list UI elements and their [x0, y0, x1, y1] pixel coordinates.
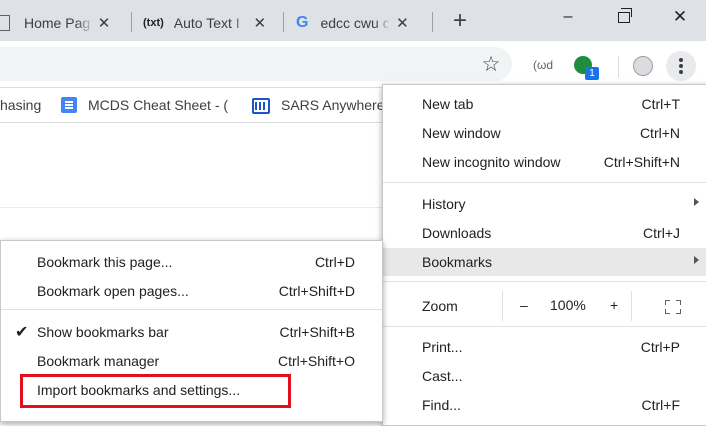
menu-item-new-tab[interactable]: New tab Ctrl+T: [383, 90, 706, 118]
menu-item-shortcut: Ctrl+Shift+N: [603, 154, 680, 170]
tab-title-fade: [374, 6, 392, 36]
menu-item-shortcut: Ctrl+Shift+D: [278, 283, 355, 299]
menu-item-shortcut: Ctrl+Shift+B: [279, 324, 355, 340]
menu-separator: [383, 182, 706, 183]
menu-item-label: New incognito window: [422, 154, 561, 170]
menu-item-bookmarks[interactable]: Bookmarks: [383, 248, 706, 276]
menu-separator: [383, 281, 706, 282]
menu-item-shortcut: Ctrl+T: [641, 96, 681, 112]
bookmark-item-mcds-cheat-sheet[interactable]: MCDS Cheat Sheet - (: [61, 94, 243, 116]
extension-badge: 1: [585, 67, 599, 80]
menu-item-new-window[interactable]: New window Ctrl+N: [383, 119, 706, 147]
menu-item-shortcut: Ctrl+Shift+O: [277, 353, 355, 369]
profile-avatar-icon[interactable]: [633, 56, 653, 76]
menu-item-cast[interactable]: Cast...: [383, 362, 706, 390]
menu-item-history[interactable]: History: [383, 190, 706, 218]
menu-item-shortcut: Ctrl+D: [314, 254, 355, 270]
extension-signal-icon[interactable]: (ωd: [528, 52, 558, 78]
menu-separator: [383, 326, 706, 327]
close-window-button[interactable]: ✕: [652, 0, 706, 34]
menu-item-label: Zoom: [422, 298, 458, 314]
close-tab-icon[interactable]: ✕: [394, 14, 410, 32]
menu-item-label: Find...: [422, 397, 461, 413]
menu-item-label: Bookmark this page...: [37, 254, 173, 270]
bookmark-label: SARS Anywhere: [281, 97, 385, 113]
doc-icon: [61, 97, 77, 113]
bookmark-item-sars-anywhere[interactable]: SARS Anywhere: [252, 94, 388, 116]
close-tab-icon[interactable]: ✕: [96, 14, 112, 32]
address-bar[interactable]: [0, 47, 512, 81]
zoom-level: 100%: [550, 297, 586, 313]
menu-item-print[interactable]: Print... Ctrl+P: [383, 333, 706, 361]
menu-item-shortcut: Ctrl+N: [639, 125, 680, 141]
menu-item-shortcut: Ctrl+F: [641, 397, 681, 413]
tab-edcc-cwu[interactable]: G edcc cwu c ✕: [296, 4, 426, 41]
menu-item-shortcut: Ctrl+J: [643, 225, 680, 241]
restore-icon: [618, 8, 632, 23]
menu-item-label: New window: [422, 125, 501, 141]
menu-item-label: Bookmark manager: [37, 353, 160, 369]
zoom-in-button[interactable]: +: [610, 297, 618, 313]
text-expander-icon: (txt): [143, 16, 164, 29]
star-bookmark-icon[interactable]: ☆: [478, 52, 504, 78]
close-tab-icon[interactable]: ✕: [252, 14, 268, 32]
tab-home-page[interactable]: Home Pag ✕: [0, 4, 120, 41]
restore-button[interactable]: [596, 0, 652, 34]
menu-item-find[interactable]: Find... Ctrl+F: [383, 391, 706, 419]
chrome-menu-button[interactable]: [666, 51, 696, 81]
tab-separator: [283, 12, 284, 32]
minimize-button[interactable]: –: [540, 0, 596, 34]
menu-item-downloads[interactable]: Downloads Ctrl+J: [383, 219, 706, 247]
tab-separator: [432, 12, 433, 32]
submenu-arrow-icon: [694, 198, 699, 206]
menu-item-label: Downloads: [422, 225, 492, 241]
tab-auto-text[interactable]: (txt) Auto Text I ✕: [143, 4, 273, 41]
fullscreen-icon[interactable]: [665, 300, 681, 314]
calendar-icon: [252, 98, 270, 114]
page-icon: [0, 14, 10, 31]
bookmark-label: hasing: [0, 97, 42, 113]
toolbar: [0, 41, 706, 88]
kebab-menu-icon: [679, 58, 683, 62]
chrome-main-menu: New tab Ctrl+T New window Ctrl+N New inc…: [382, 84, 706, 426]
menu-item-label: Show bookmarks bar: [37, 324, 169, 340]
tab-title-fade: [232, 6, 250, 36]
menu-item-label: Bookmarks: [422, 254, 493, 270]
tab-title-fade: [76, 6, 94, 36]
menu-item-label: Cast...: [422, 368, 463, 384]
bookmark-item[interactable]: hasing: [0, 94, 41, 116]
zoom-divider: [631, 291, 632, 321]
page-divider: [0, 207, 382, 208]
submenu-arrow-icon: [694, 256, 699, 264]
google-icon: G: [296, 13, 309, 31]
checkmark-icon: ✔: [15, 324, 29, 341]
zoom-divider: [502, 291, 503, 321]
menu-item-zoom: Zoom – 100% +: [383, 291, 706, 321]
submenu-item-show-bookmarks-bar[interactable]: ✔ Show bookmarks bar Ctrl+Shift+B: [1, 318, 382, 346]
highlight-outline: [20, 374, 291, 408]
submenu-item-bookmark-this-page[interactable]: Bookmark this page... Ctrl+D: [1, 248, 382, 276]
toolbar-divider: [618, 56, 619, 78]
menu-item-label: Bookmark open pages...: [37, 283, 189, 299]
menu-separator: [1, 309, 382, 310]
bookmark-label: MCDS Cheat Sheet - (: [88, 97, 229, 113]
new-tab-button[interactable]: +: [448, 6, 472, 36]
tab-separator: [131, 12, 132, 32]
submenu-item-bookmark-open-pages[interactable]: Bookmark open pages... Ctrl+Shift+D: [1, 277, 382, 305]
menu-item-label: New tab: [422, 96, 474, 112]
submenu-item-bookmark-manager[interactable]: Bookmark manager Ctrl+Shift+O: [1, 347, 382, 375]
menu-item-label: History: [422, 196, 466, 212]
menu-item-shortcut: Ctrl+P: [640, 339, 680, 355]
menu-item-new-incognito-window[interactable]: New incognito window Ctrl+Shift+N: [383, 148, 706, 176]
menu-item-label: Print...: [422, 339, 463, 355]
zoom-out-button[interactable]: –: [520, 297, 528, 313]
